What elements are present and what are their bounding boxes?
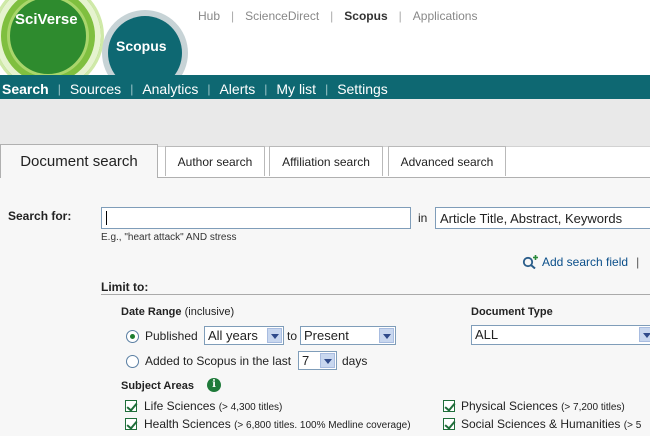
sciverse-logo-text: SciVerse (15, 11, 78, 28)
subject-life-sciences: Life Sciences (> 4,300 titles) (144, 399, 282, 413)
document-type-label: Document Type (471, 306, 553, 318)
to-label: to (287, 329, 298, 343)
scopus-logo-text: Scopus (116, 38, 167, 54)
checkbox-life-sciences[interactable] (125, 400, 137, 412)
toplink-sciencedirect[interactable]: ScienceDirect (245, 9, 319, 23)
nav-settings[interactable]: Settings (337, 81, 388, 97)
nav-separator: | (207, 81, 211, 96)
from-year-select[interactable]: All years (204, 326, 284, 345)
chevron-down-icon (379, 328, 394, 343)
added-radio[interactable] (126, 355, 139, 368)
to-year-value: Present (304, 328, 349, 343)
limit-divider (101, 294, 650, 295)
subject-count: (> 6,800 titles. 100% Medline coverage) (234, 420, 411, 431)
add-search-field[interactable]: Add search field | (522, 255, 639, 269)
subject-name: Social Sciences & Humanities (461, 417, 621, 431)
search-for-label: Search for: (8, 209, 72, 223)
subject-social-sciences-humanities: Social Sciences & Humanities (> 5 (461, 417, 650, 431)
search-field-select[interactable]: Article Title, Abstract, Keywords (435, 207, 650, 229)
checkbox-health-sciences[interactable] (125, 418, 137, 430)
subject-count: (> 7,200 titles) (561, 402, 625, 413)
subject-areas-label: Subject Areas (121, 380, 194, 392)
header-band (0, 99, 650, 147)
document-type-value: ALL (475, 327, 499, 342)
published-label: Published (145, 329, 198, 343)
search-example: E.g., "heart attack" AND stress (101, 232, 237, 243)
checkbox-social-sciences-humanities[interactable] (443, 418, 455, 430)
nav-analytics[interactable]: Analytics (142, 81, 198, 97)
subject-count: (> 5 (623, 420, 642, 431)
toplink-scopus[interactable]: Scopus (344, 9, 387, 23)
nav-separator: | (57, 81, 61, 96)
days-label: days (342, 354, 368, 368)
in-label: in (418, 211, 428, 225)
chevron-down-icon (639, 327, 650, 342)
published-radio[interactable] (126, 330, 139, 343)
from-year-value: All years (208, 328, 258, 343)
tab-author-search[interactable]: Author search (165, 146, 265, 176)
subject-name: Health Sciences (144, 417, 231, 431)
toplink-separator: | (231, 9, 235, 23)
add-search-field-label: Add search field (542, 255, 629, 269)
chevron-down-icon (320, 353, 335, 368)
tab-advanced-search[interactable]: Advanced search (388, 146, 506, 176)
nav-alerts[interactable]: Alerts (219, 81, 255, 97)
date-range-heading: Date Range (inclusive) (121, 306, 234, 318)
toplink-hub[interactable]: Hub (198, 9, 220, 23)
subject-health-sciences: Health Sciences (> 6,800 titles. 100% Me… (144, 417, 411, 431)
add-field-separator: | (636, 255, 640, 269)
days-value: 7 (302, 353, 310, 368)
days-select[interactable]: 7 (298, 351, 337, 370)
nav-separator: | (325, 81, 329, 96)
text-cursor (106, 211, 107, 225)
toplink-separator: | (330, 9, 334, 23)
main-nav: Search | Sources | Analytics | Alerts | … (0, 78, 650, 99)
info-icon[interactable]: i (207, 378, 221, 392)
added-label: Added to Scopus in the last (145, 354, 292, 368)
nav-sources[interactable]: Sources (70, 81, 121, 97)
limit-to-label: Limit to: (101, 280, 149, 294)
toplink-separator: | (398, 9, 402, 23)
subject-physical-sciences: Physical Sciences (> 7,200 titles) (461, 399, 625, 413)
toplink-applications[interactable]: Applications (413, 9, 478, 23)
search-input[interactable] (101, 207, 411, 229)
checkbox-physical-sciences[interactable] (443, 400, 455, 412)
subject-name: Life Sciences (144, 399, 216, 413)
tab-affiliation-search[interactable]: Affiliation search (269, 146, 383, 176)
tab-document-search[interactable]: Document search (0, 144, 158, 178)
top-links: Hub | ScienceDirect | Scopus | Applicati… (198, 9, 477, 23)
subject-name: Physical Sciences (461, 399, 558, 413)
chevron-down-icon (267, 328, 282, 343)
date-range-note: (inclusive) (184, 306, 235, 318)
document-type-select[interactable]: ALL (471, 325, 650, 345)
date-range-label: Date Range (121, 306, 182, 318)
nav-separator: | (264, 81, 268, 96)
to-year-select[interactable]: Present (300, 326, 396, 345)
magnifier-plus-icon (522, 255, 538, 269)
nav-my-list[interactable]: My list (276, 81, 316, 97)
subject-count: (> 4,300 titles) (218, 402, 283, 413)
nav-search[interactable]: Search (2, 81, 49, 97)
nav-separator: | (130, 81, 134, 96)
